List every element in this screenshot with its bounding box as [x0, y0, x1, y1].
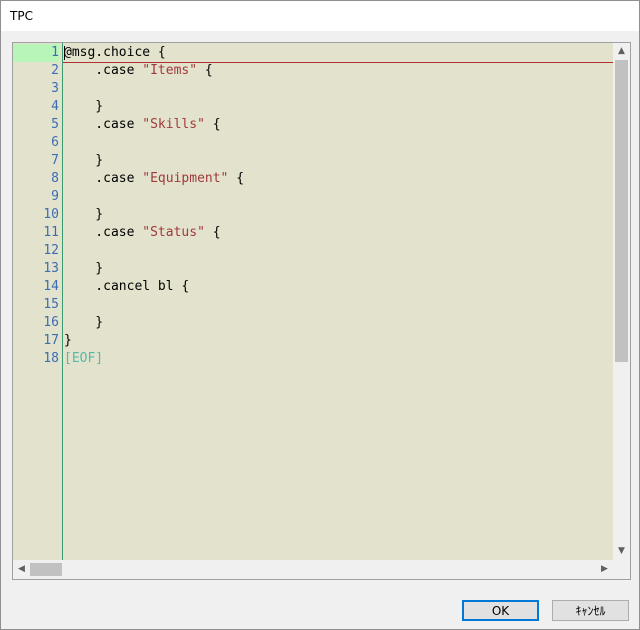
line-number: 5	[51, 117, 59, 132]
cancel-button[interactable]: ｷｬﾝｾﾙ	[552, 600, 629, 621]
code-text: }	[64, 333, 72, 348]
code-text: .case	[64, 225, 143, 240]
current-line-underline	[63, 62, 613, 63]
code-text: .case	[64, 63, 143, 78]
code-text: {	[204, 117, 221, 132]
vertical-scrollbar[interactable]: ▲ ▼	[613, 43, 630, 560]
line-number: 7	[51, 153, 59, 168]
scroll-left-icon[interactable]: ◀	[13, 561, 30, 578]
code-line[interactable]: }	[64, 314, 103, 332]
code-text: .case	[64, 117, 143, 132]
line-number: 17	[43, 333, 59, 348]
code-text: .case	[64, 171, 143, 186]
line-number: 4	[51, 99, 59, 114]
line-number: 6	[51, 135, 59, 150]
code-line[interactable]: .case "Items" {	[64, 62, 213, 80]
eof-marker: [EOF]	[64, 351, 104, 366]
scrollbar-corner	[613, 560, 630, 579]
code-text: {	[228, 171, 245, 186]
code-line[interactable]: .case "Status" {	[64, 224, 221, 242]
code-line[interactable]: }	[64, 332, 72, 350]
line-number: 10	[43, 207, 59, 222]
line-number: 16	[43, 315, 59, 330]
window-title: TPC	[10, 9, 33, 23]
line-number: 12	[43, 243, 59, 258]
code-editor[interactable]: 1 2 3 4 5 6 7 8 9 10 11 12 13 14 15 16 17 18 @msg.choice …	[12, 42, 631, 580]
horizontal-scroll-thumb[interactable]	[30, 563, 62, 576]
scroll-down-icon[interactable]: ▼	[613, 543, 630, 560]
code-line[interactable]: }	[64, 152, 103, 170]
line-number-gutter: 1 2 3 4 5 6 7 8 9 10 11 12 13 14 15 16 17 18	[13, 43, 63, 560]
string-literal: "Status"	[142, 225, 205, 240]
line-number: 15	[43, 297, 59, 312]
code-text: {	[204, 225, 221, 240]
code-area[interactable]: @msg.choice { .case "Items" { } .case "S…	[63, 43, 613, 560]
line-number: 14	[43, 279, 59, 294]
code-text: }	[64, 153, 104, 168]
string-literal: "Equipment"	[142, 171, 229, 186]
code-line[interactable]: .case "Equipment" {	[64, 170, 244, 188]
code-text: }	[64, 207, 104, 222]
string-literal: "Skills"	[142, 117, 205, 132]
horizontal-scrollbar[interactable]: ◀ ▶	[13, 560, 613, 579]
ok-button[interactable]: OK	[462, 600, 539, 621]
line-number: 2	[51, 63, 59, 78]
code-line[interactable]: .case "Skills" {	[64, 116, 221, 134]
string-literal: "Items"	[142, 63, 198, 78]
code-text: }	[64, 315, 104, 330]
line-number: 13	[43, 261, 59, 276]
line-number: 9	[51, 189, 59, 204]
code-line[interactable]: }	[64, 206, 103, 224]
line-number: 1	[13, 44, 59, 62]
vertical-scroll-thumb[interactable]	[615, 60, 628, 362]
code-text: }	[64, 261, 104, 276]
code-line[interactable]: @msg.choice {	[64, 44, 166, 62]
line-number: 18	[43, 351, 59, 366]
code-line[interactable]: }	[64, 260, 103, 278]
title-bar[interactable]: TPC	[1, 1, 639, 31]
code-text: }	[64, 99, 104, 114]
line-number: 3	[51, 81, 59, 96]
code-line[interactable]: .cancel bl {	[64, 278, 189, 296]
line-number: 8	[51, 171, 59, 186]
code-line[interactable]: }	[64, 98, 103, 116]
text-caret	[64, 46, 65, 60]
code-text: @msg.choice {	[64, 45, 166, 60]
scroll-up-icon[interactable]: ▲	[613, 43, 630, 60]
code-text: .cancel bl {	[64, 279, 190, 294]
scroll-right-icon[interactable]: ▶	[596, 561, 613, 578]
code-text: {	[197, 63, 213, 78]
line-number: 11	[43, 225, 59, 240]
code-line[interactable]: [EOF]	[64, 350, 103, 368]
dialog-window: TPC 1 2 3 4 5 6 7 8 9 10 11 12 13 14 15 16 17 18 @msg.cho…	[0, 0, 640, 630]
